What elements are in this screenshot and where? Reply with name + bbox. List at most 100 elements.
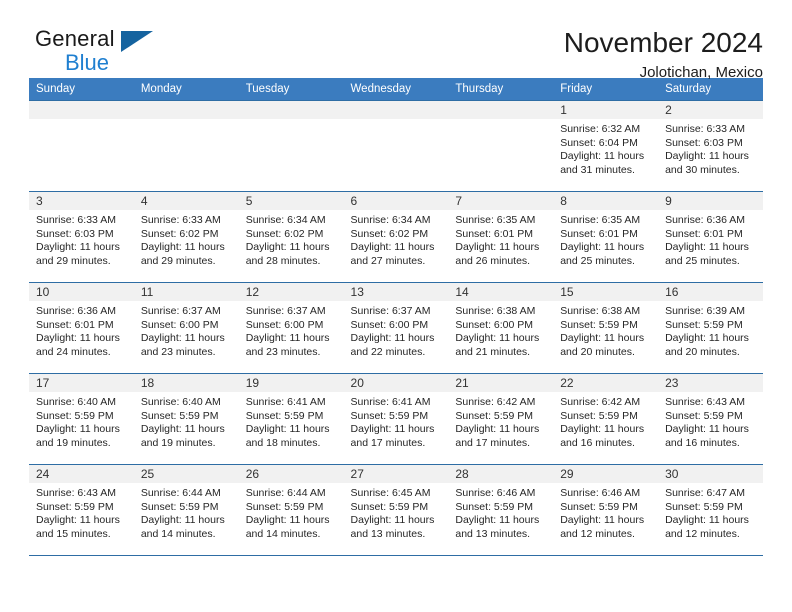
day-info-daylight2: and 14 minutes.	[140, 527, 216, 540]
day-cell: 30 Sunrise: 6:47 AM Sunset: 5:59 PM Dayligh…	[658, 465, 763, 555]
calendar-day-cell[interactable]: 17 Sunrise: 6:40 AM Sunset: 5:59 PM Dayligh…	[29, 373, 134, 465]
day-info-daylight2: and 18 minutes.	[245, 436, 321, 449]
day-info-daylight1: Daylight: 11 hours	[455, 332, 540, 344]
day-info-sunrise: Sunrise: 6:40 AM	[36, 396, 116, 408]
calendar-day-cell[interactable]: 23 Sunrise: 6:43 AM Sunset: 5:59 PM Dayligh…	[658, 373, 763, 465]
day-sun-info: Sunrise: 6:43 AM Sunset: 5:59 PM Daylight:…	[29, 483, 134, 541]
calendar-day-cell[interactable]: 12 Sunrise: 6:37 AM Sunset: 6:00 PM Dayligh…	[238, 282, 344, 374]
day-info-daylight1: Daylight: 11 hours	[36, 332, 120, 344]
day-sun-info: Sunrise: 6:44 AM Sunset: 5:59 PM Daylight:…	[134, 483, 239, 541]
day-info-daylight1: Daylight: 11 hours	[350, 514, 435, 526]
day-info-sunrise: Sunrise: 6:34 AM	[350, 214, 431, 226]
calendar-day-cell[interactable]	[343, 100, 449, 192]
day-info-daylight2: and 19 minutes.	[140, 436, 216, 449]
calendar-day-cell[interactable]	[29, 100, 134, 192]
calendar-day-cell[interactable]	[133, 100, 239, 192]
calendar-day-cell[interactable]: 5 Sunrise: 6:34 AM Sunset: 6:02 PM Daylight…	[238, 191, 344, 283]
calendar-day-cell[interactable]: 4 Sunrise: 6:33 AM Sunset: 6:02 PM Daylight…	[133, 191, 239, 283]
empty-day-cell	[238, 101, 344, 191]
day-info-sunrise: Sunrise: 6:44 AM	[140, 487, 221, 499]
day-info-daylight2: and 12 minutes.	[665, 527, 740, 540]
day-info-daylight1: Daylight: 11 hours	[140, 514, 225, 526]
day-info-daylight1: Daylight: 11 hours	[665, 514, 749, 526]
day-info-daylight2: and 23 minutes.	[245, 345, 321, 358]
day-sun-info: Sunrise: 6:46 AM Sunset: 5:59 PM Daylight:…	[553, 483, 658, 541]
day-sun-info: Sunrise: 6:35 AM Sunset: 6:01 PM Daylight:…	[448, 210, 553, 268]
day-cell: 21 Sunrise: 6:42 AM Sunset: 5:59 PM Dayligh…	[448, 374, 554, 464]
calendar-day-cell[interactable]: 19 Sunrise: 6:41 AM Sunset: 5:59 PM Dayligh…	[238, 373, 344, 465]
day-info-sunset: Sunset: 6:02 PM	[245, 227, 324, 240]
day-cell: 11 Sunrise: 6:37 AM Sunset: 6:00 PM Dayligh…	[133, 283, 239, 373]
day-cell: 12 Sunrise: 6:37 AM Sunset: 6:00 PM Dayligh…	[238, 283, 344, 373]
day-info-sunset: Sunset: 6:00 PM	[140, 318, 219, 331]
calendar-day-cell[interactable]: 11 Sunrise: 6:37 AM Sunset: 6:00 PM Dayligh…	[133, 282, 239, 374]
day-cell: 10 Sunrise: 6:36 AM Sunset: 6:01 PM Dayligh…	[29, 283, 134, 373]
calendar-day-cell[interactable]: 21 Sunrise: 6:42 AM Sunset: 5:59 PM Dayligh…	[448, 373, 554, 465]
brand-name-blue: Blue	[65, 50, 110, 75]
day-number	[448, 101, 554, 119]
day-number: 6	[343, 192, 449, 210]
calendar-day-cell[interactable]: 30 Sunrise: 6:47 AM Sunset: 5:59 PM Dayligh…	[658, 464, 763, 555]
calendar-bottom-border	[29, 555, 763, 556]
brand-logo[interactable]: General Blue	[29, 28, 169, 84]
calendar-day-cell[interactable]: 20 Sunrise: 6:41 AM Sunset: 5:59 PM Dayligh…	[343, 373, 449, 465]
calendar-day-cell[interactable]: 22 Sunrise: 6:42 AM Sunset: 5:59 PM Dayligh…	[553, 373, 659, 465]
page-header: General Blue November 2024 Jolotichan, M…	[29, 0, 763, 82]
day-cell: 1 Sunrise: 6:32 AM Sunset: 6:04 PM Daylight…	[553, 101, 659, 191]
day-sun-info: Sunrise: 6:36 AM Sunset: 6:01 PM Daylight:…	[29, 301, 134, 359]
day-info-daylight1: Daylight: 11 hours	[665, 241, 749, 253]
day-info-sunset: Sunset: 6:04 PM	[560, 136, 638, 149]
calendar-day-cell[interactable]: 2 Sunrise: 6:33 AM Sunset: 6:03 PM Daylight…	[658, 100, 763, 192]
calendar-day-cell[interactable]: 25 Sunrise: 6:44 AM Sunset: 5:59 PM Dayligh…	[133, 464, 239, 555]
day-info-sunset: Sunset: 6:01 PM	[36, 318, 114, 331]
day-cell: 3 Sunrise: 6:33 AM Sunset: 6:03 PM Daylight…	[29, 192, 134, 282]
calendar-day-cell[interactable]: 8 Sunrise: 6:35 AM Sunset: 6:01 PM Daylight…	[553, 191, 659, 283]
calendar-day-cell[interactable]: 29 Sunrise: 6:46 AM Sunset: 5:59 PM Dayligh…	[553, 464, 659, 555]
day-info-daylight2: and 17 minutes.	[455, 436, 531, 449]
day-info-sunrise: Sunrise: 6:44 AM	[245, 487, 326, 499]
day-number: 25	[133, 465, 239, 483]
day-sun-info: Sunrise: 6:40 AM Sunset: 5:59 PM Daylight:…	[134, 392, 239, 450]
day-cell: 20 Sunrise: 6:41 AM Sunset: 5:59 PM Dayligh…	[343, 374, 449, 464]
calendar-day-cell[interactable]: 7 Sunrise: 6:35 AM Sunset: 6:01 PM Daylight…	[448, 191, 554, 283]
day-info-sunset: Sunset: 6:03 PM	[36, 227, 114, 240]
day-info-daylight2: and 25 minutes.	[665, 254, 740, 267]
calendar-day-cell[interactable]: 13 Sunrise: 6:37 AM Sunset: 6:00 PM Dayligh…	[343, 282, 449, 374]
calendar-day-cell[interactable]: 10 Sunrise: 6:36 AM Sunset: 6:01 PM Dayligh…	[29, 282, 134, 374]
day-info-daylight1: Daylight: 11 hours	[350, 423, 435, 435]
calendar-day-cell[interactable]: 9 Sunrise: 6:36 AM Sunset: 6:01 PM Daylight…	[658, 191, 763, 283]
day-info-sunset: Sunset: 5:59 PM	[36, 500, 114, 513]
day-info-sunrise: Sunrise: 6:37 AM	[245, 305, 326, 317]
day-sun-info: Sunrise: 6:33 AM Sunset: 6:02 PM Daylight:…	[134, 210, 239, 268]
day-sun-info: Sunrise: 6:34 AM Sunset: 6:02 PM Daylight:…	[344, 210, 449, 268]
calendar-day-cell[interactable]: 6 Sunrise: 6:34 AM Sunset: 6:02 PM Daylight…	[343, 191, 449, 283]
day-info-daylight2: and 29 minutes.	[140, 254, 216, 267]
day-info-sunrise: Sunrise: 6:38 AM	[560, 305, 641, 317]
calendar-day-cell[interactable]: 3 Sunrise: 6:33 AM Sunset: 6:03 PM Daylight…	[29, 191, 134, 283]
day-info-sunset: Sunset: 6:00 PM	[245, 318, 324, 331]
day-info-daylight1: Daylight: 11 hours	[245, 423, 330, 435]
calendar-day-cell[interactable]: 15 Sunrise: 6:38 AM Sunset: 5:59 PM Dayligh…	[553, 282, 659, 374]
calendar-day-cell[interactable]: 16 Sunrise: 6:39 AM Sunset: 5:59 PM Dayligh…	[658, 282, 763, 374]
calendar-day-cell[interactable]: 18 Sunrise: 6:40 AM Sunset: 5:59 PM Dayligh…	[133, 373, 239, 465]
calendar-day-cell[interactable]: 27 Sunrise: 6:45 AM Sunset: 5:59 PM Dayligh…	[343, 464, 449, 555]
calendar-day-cell[interactable]: 14 Sunrise: 6:38 AM Sunset: 6:00 PM Dayligh…	[448, 282, 554, 374]
day-info-sunset: Sunset: 5:59 PM	[350, 409, 429, 422]
day-info-daylight2: and 24 minutes.	[36, 345, 111, 358]
calendar-day-cell[interactable]	[448, 100, 554, 192]
day-number	[29, 101, 134, 119]
calendar-day-cell[interactable]: 24 Sunrise: 6:43 AM Sunset: 5:59 PM Dayligh…	[29, 464, 134, 555]
calendar-week-row: 17 Sunrise: 6:40 AM Sunset: 5:59 PM Dayligh…	[29, 373, 763, 465]
day-info-sunrise: Sunrise: 6:45 AM	[350, 487, 431, 499]
calendar-day-cell[interactable]: 28 Sunrise: 6:46 AM Sunset: 5:59 PM Dayligh…	[448, 464, 554, 555]
day-cell: 14 Sunrise: 6:38 AM Sunset: 6:00 PM Dayligh…	[448, 283, 554, 373]
day-sun-info: Sunrise: 6:33 AM Sunset: 6:03 PM Daylight:…	[658, 119, 763, 177]
calendar-day-cell[interactable]: 1 Sunrise: 6:32 AM Sunset: 6:04 PM Daylight…	[553, 100, 659, 192]
title-block: November 2024 Jolotichan, Mexico	[564, 28, 763, 82]
day-number: 17	[29, 374, 134, 392]
calendar-week-row: 3 Sunrise: 6:33 AM Sunset: 6:03 PM Daylight…	[29, 191, 763, 283]
calendar-day-cell[interactable]: 26 Sunrise: 6:44 AM Sunset: 5:59 PM Dayligh…	[238, 464, 344, 555]
calendar-day-cell[interactable]	[238, 100, 344, 192]
day-info-daylight2: and 12 minutes.	[560, 527, 635, 540]
day-sun-info: Sunrise: 6:46 AM Sunset: 5:59 PM Daylight:…	[448, 483, 553, 541]
